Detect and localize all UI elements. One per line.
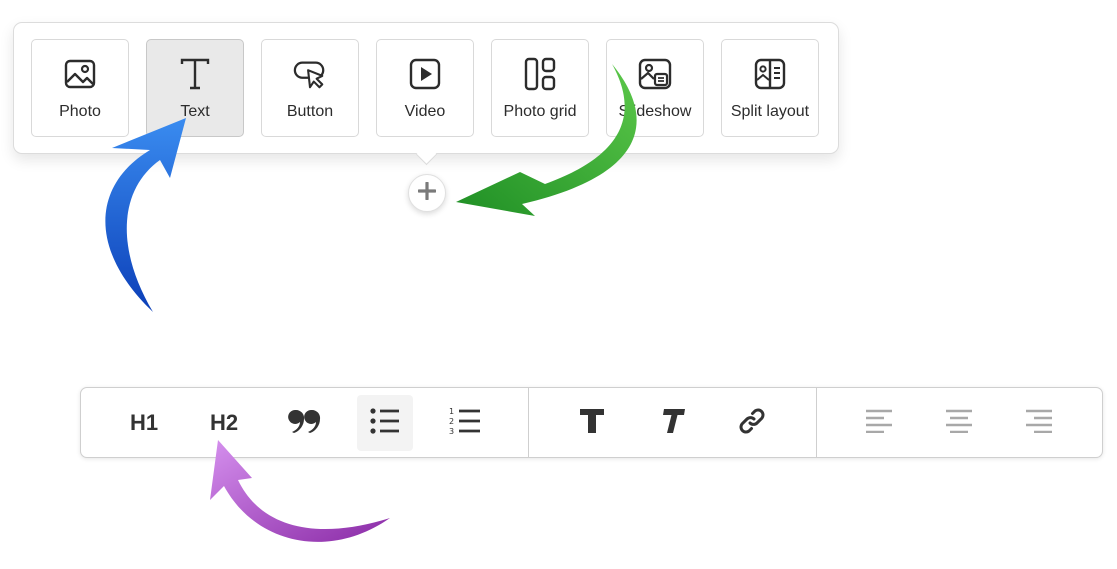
heading1-label: H1 <box>129 410 159 435</box>
text-format-toolbar: H1 H2 123 <box>80 387 1103 458</box>
block-text-label: Text <box>180 103 210 120</box>
numbered-list-icon: 123 <box>449 406 481 441</box>
block-split-layout-label: Split layout <box>730 103 810 120</box>
block-slideshow-button[interactable]: Slideshow <box>606 39 704 137</box>
toolbar-divider <box>528 388 529 457</box>
bullet-list-icon <box>370 407 400 439</box>
split-layout-icon <box>753 57 787 91</box>
align-left-icon <box>866 409 892 438</box>
photo-grid-icon <box>523 57 557 91</box>
button-cursor-icon <box>293 57 327 91</box>
block-text-button[interactable]: Text <box>146 39 244 137</box>
video-play-icon <box>408 57 442 91</box>
add-block-menu: Photo Text Button Video Photo grid Slide… <box>13 22 839 154</box>
link-icon <box>737 406 767 441</box>
align-center-icon <box>946 409 972 438</box>
italic-icon <box>659 408 685 439</box>
block-button-label: Button <box>286 103 334 120</box>
link-button[interactable] <box>724 395 780 451</box>
heading2-label: H2 <box>209 410 239 435</box>
quote-button[interactable] <box>276 395 332 451</box>
block-photo-button[interactable]: Photo <box>31 39 129 137</box>
quote-icon <box>287 409 321 438</box>
svg-text:1: 1 <box>449 407 454 416</box>
align-left-button[interactable] <box>851 395 907 451</box>
text-icon <box>178 57 212 91</box>
svg-text:3: 3 <box>449 427 454 436</box>
toolbar-divider <box>816 388 817 457</box>
plus-icon <box>417 180 437 205</box>
bullet-list-button[interactable] <box>357 395 413 451</box>
bold-button[interactable] <box>564 395 620 451</box>
heading2-button[interactable]: H2 <box>196 395 252 451</box>
block-video-button[interactable]: Video <box>376 39 474 137</box>
block-tiles: Photo Text Button Video Photo grid Slide… <box>31 39 819 137</box>
block-photo-label: Photo <box>59 103 101 120</box>
block-slideshow-label: Slideshow <box>618 103 692 120</box>
bold-icon <box>579 408 605 439</box>
block-video-label: Video <box>404 103 446 120</box>
numbered-list-button[interactable]: 123 <box>437 395 493 451</box>
image-icon <box>63 57 97 91</box>
italic-button[interactable] <box>644 395 700 451</box>
align-center-button[interactable] <box>931 395 987 451</box>
svg-text:2: 2 <box>449 417 454 426</box>
align-right-icon <box>1026 409 1052 438</box>
block-button-button[interactable]: Button <box>261 39 359 137</box>
add-block-button[interactable] <box>408 174 446 212</box>
heading1-button[interactable]: H1 <box>116 395 172 451</box>
block-photo-grid-button[interactable]: Photo grid <box>491 39 589 137</box>
slideshow-icon <box>638 57 672 91</box>
align-right-button[interactable] <box>1011 395 1067 451</box>
block-photo-grid-label: Photo grid <box>503 103 577 120</box>
block-split-layout-button[interactable]: Split layout <box>721 39 819 137</box>
